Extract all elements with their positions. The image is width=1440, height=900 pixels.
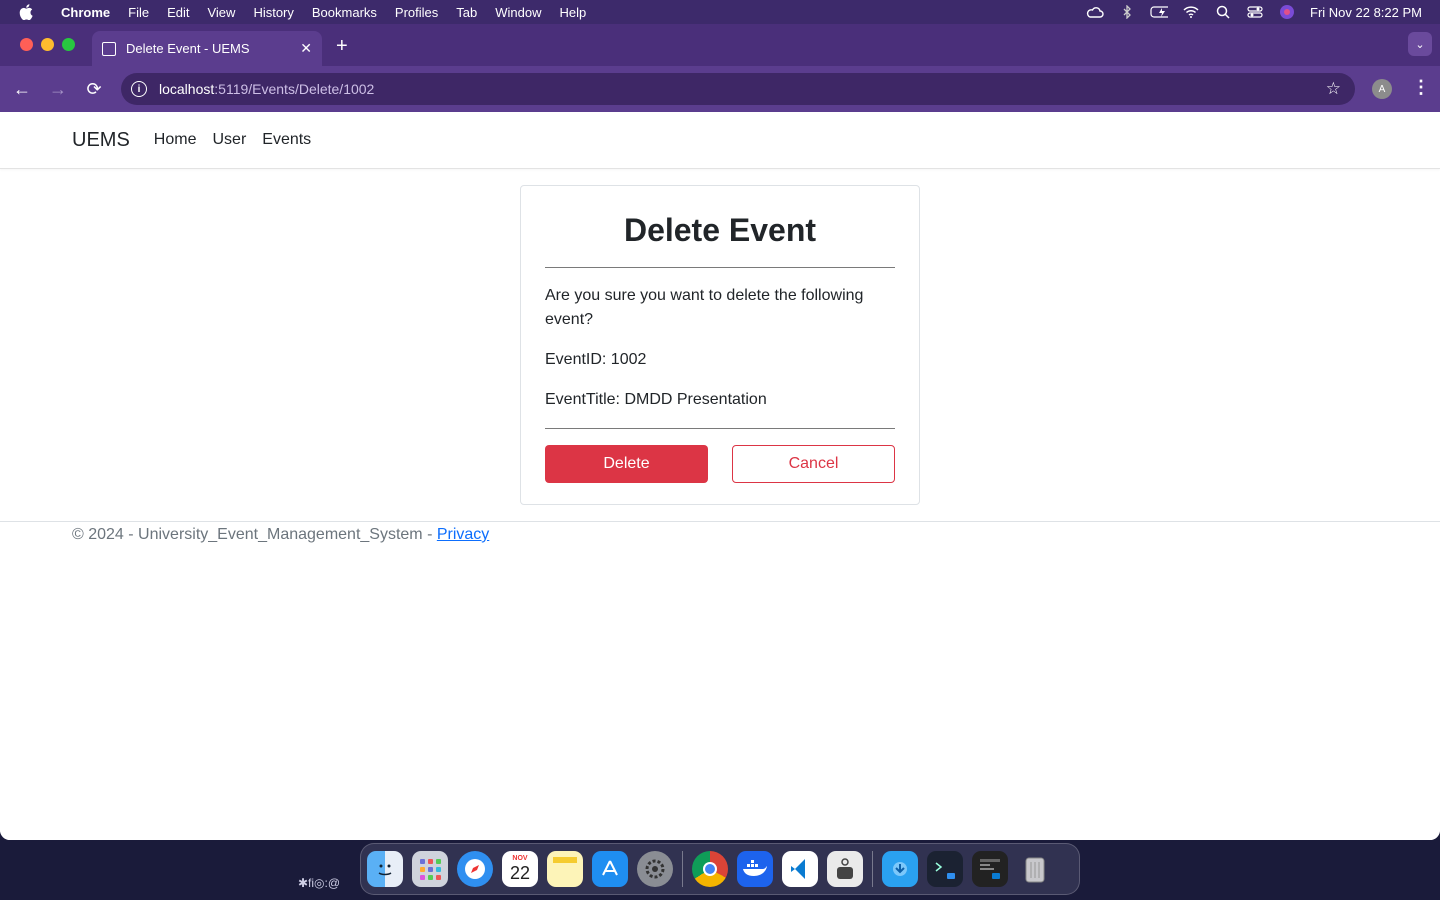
cloud-icon[interactable] bbox=[1086, 5, 1104, 19]
notes-icon[interactable] bbox=[547, 851, 583, 887]
desktop-widget-icons: ✱fi◎:@ bbox=[298, 876, 341, 890]
nav-link-home[interactable]: Home bbox=[154, 131, 197, 149]
window-controls bbox=[20, 38, 75, 51]
tab-active[interactable]: Delete Event - UEMS ✕ bbox=[92, 31, 322, 66]
web-page: UEMS Home User Events Delete Event Are y… bbox=[0, 112, 1440, 840]
event-title-text: EventTitle: DMDD Presentation bbox=[545, 391, 767, 408]
terminal-icon[interactable] bbox=[927, 851, 963, 887]
menu-tab[interactable]: Tab bbox=[447, 5, 486, 20]
browser-toolbar: ← → ⟳ i localhost:5119/Events/Delete/100… bbox=[0, 66, 1440, 112]
bookmark-star-icon[interactable]: ☆ bbox=[1326, 79, 1341, 99]
macos-dock: NOV 22 bbox=[360, 843, 1080, 895]
menu-history[interactable]: History bbox=[244, 5, 302, 20]
trash-icon[interactable] bbox=[1017, 851, 1053, 887]
system-settings-icon[interactable] bbox=[637, 851, 673, 887]
reload-icon[interactable]: ⟳ bbox=[76, 79, 112, 100]
safari-icon[interactable] bbox=[457, 851, 493, 887]
site-brand-link[interactable]: UEMS bbox=[72, 129, 130, 152]
calendar-day: 22 bbox=[509, 862, 531, 883]
profile-avatar[interactable]: A bbox=[1372, 79, 1392, 99]
calendar-month: NOV bbox=[512, 854, 528, 862]
tab-close-icon[interactable]: ✕ bbox=[300, 40, 312, 57]
window-icon[interactable] bbox=[972, 851, 1008, 887]
nav-link-user[interactable]: User bbox=[212, 131, 246, 149]
page-icon bbox=[102, 41, 116, 56]
site-info-icon[interactable]: i bbox=[131, 81, 147, 97]
bluetooth-icon[interactable] bbox=[1118, 5, 1136, 19]
search-icon[interactable] bbox=[1214, 5, 1232, 19]
vscode-icon[interactable] bbox=[782, 851, 818, 887]
wifi-icon[interactable] bbox=[1182, 5, 1200, 19]
docker-icon[interactable] bbox=[737, 851, 773, 887]
delete-button[interactable]: Delete bbox=[545, 445, 708, 483]
menu-window[interactable]: Window bbox=[486, 5, 550, 20]
macos-menu-bar: Chrome File Edit View History Bookmarks … bbox=[0, 0, 1440, 24]
footer-copyright: © 2024 - University_Event_Management_Sys… bbox=[72, 526, 437, 543]
control-center-icon[interactable] bbox=[1246, 5, 1264, 19]
menu-edit[interactable]: Edit bbox=[158, 5, 198, 20]
url-path: :5119/Events/Delete/1002 bbox=[214, 81, 375, 97]
menu-help[interactable]: Help bbox=[551, 5, 596, 20]
calendar-icon[interactable]: NOV 22 bbox=[502, 851, 538, 887]
siri-icon[interactable] bbox=[1278, 5, 1296, 19]
app-store-icon[interactable] bbox=[592, 851, 628, 887]
delete-event-card: Delete Event Are you sure you want to de… bbox=[520, 185, 920, 505]
dock-separator bbox=[872, 851, 873, 887]
menu-view[interactable]: View bbox=[198, 5, 244, 20]
menu-bookmarks[interactable]: Bookmarks bbox=[303, 5, 386, 20]
menu-app-name[interactable]: Chrome bbox=[52, 5, 119, 20]
action-buttons: Delete Cancel bbox=[545, 445, 895, 483]
downloads-icon[interactable] bbox=[882, 851, 918, 887]
event-id-text: EventID: 1002 bbox=[545, 351, 647, 368]
confirm-question: Are you sure you want to delete the foll… bbox=[545, 287, 864, 328]
dock-separator bbox=[682, 851, 683, 887]
back-arrow-icon[interactable]: ← bbox=[4, 79, 40, 100]
close-window-button[interactable] bbox=[20, 38, 33, 51]
browser-window: Delete Event - UEMS ✕ + ⌄ ← → ⟳ i localh… bbox=[0, 24, 1440, 840]
address-bar[interactable]: i localhost:5119/Events/Delete/1002 ☆ bbox=[121, 73, 1355, 105]
title-divider bbox=[545, 267, 895, 268]
tab-search-chevron-icon[interactable]: ⌄ bbox=[1408, 32, 1432, 56]
minimize-window-button[interactable] bbox=[41, 38, 54, 51]
privacy-link[interactable]: Privacy bbox=[437, 526, 489, 543]
menubar-clock[interactable]: Fri Nov 22 8:22 PM bbox=[1310, 5, 1422, 20]
apple-menu-icon[interactable] bbox=[0, 4, 52, 20]
site-footer: © 2024 - University_Event_Management_Sys… bbox=[0, 521, 1440, 551]
tab-title: Delete Event - UEMS bbox=[126, 41, 250, 56]
menu-profiles[interactable]: Profiles bbox=[386, 5, 447, 20]
launchpad-icon[interactable] bbox=[412, 851, 448, 887]
actions-divider bbox=[545, 428, 895, 429]
new-tab-button[interactable]: + bbox=[336, 35, 348, 58]
site-navbar: UEMS Home User Events bbox=[0, 112, 1440, 169]
nav-link-events[interactable]: Events bbox=[262, 131, 311, 149]
menu-file[interactable]: File bbox=[119, 5, 158, 20]
preview-icon[interactable] bbox=[827, 851, 863, 887]
page-title: Delete Event bbox=[623, 212, 817, 248]
zoom-window-button[interactable] bbox=[62, 38, 75, 51]
finder-icon[interactable] bbox=[367, 851, 403, 887]
cancel-button[interactable]: Cancel bbox=[732, 445, 895, 483]
battery-icon[interactable] bbox=[1150, 5, 1168, 19]
url-host: localhost bbox=[159, 81, 215, 97]
more-options-icon[interactable]: ⋮ bbox=[1412, 77, 1430, 98]
chrome-icon[interactable] bbox=[692, 851, 728, 887]
forward-arrow-icon[interactable]: → bbox=[40, 79, 76, 100]
tab-strip: Delete Event - UEMS ✕ + ⌄ bbox=[0, 24, 1440, 66]
